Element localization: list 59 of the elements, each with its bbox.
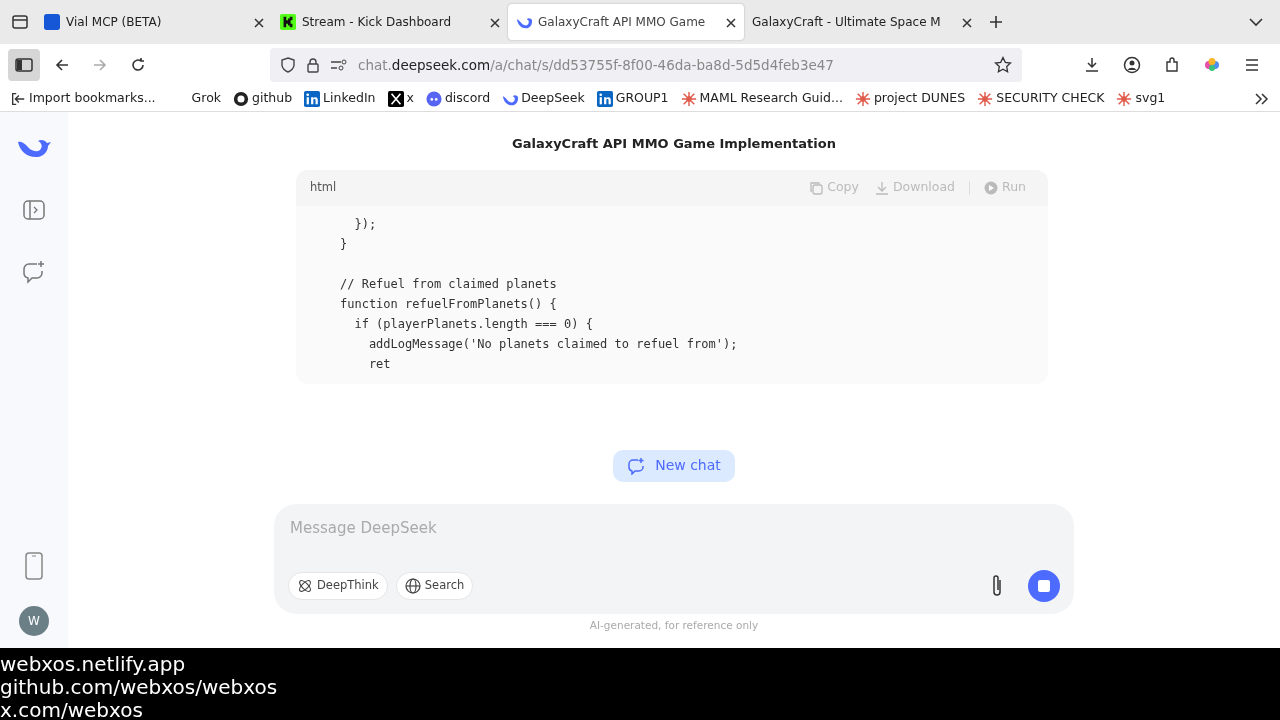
new-chat-icon bbox=[627, 456, 646, 475]
bookmark[interactable]: MAML Research Guid... bbox=[680, 89, 843, 108]
user-avatar[interactable]: W bbox=[19, 606, 49, 636]
url-text: chat.deepseek.com/a/chat/s/dd53755f-8f00-46da-ba8d-5d5d4feb3e47 bbox=[358, 55, 835, 75]
new-chat-icon[interactable] bbox=[22, 260, 46, 284]
burst-icon bbox=[1116, 90, 1133, 107]
burst-icon bbox=[680, 90, 697, 107]
x-logo-icon bbox=[387, 90, 404, 107]
bookmark[interactable]: SECURITY CHECK bbox=[977, 89, 1105, 108]
address-bar[interactable]: chat.deepseek.com/a/chat/s/dd53755f-8f00-46da-ba8d-5d5d4feb3e47 bbox=[270, 48, 1022, 82]
browser-tab[interactable]: Stream - Kick Dashboard bbox=[272, 4, 508, 40]
star-icon[interactable] bbox=[994, 56, 1012, 74]
shield-icon bbox=[280, 57, 296, 73]
caption-line: github.com/webxos/webxos bbox=[0, 676, 279, 699]
ring-logo-icon bbox=[233, 90, 249, 107]
browser-tab[interactable]: Vial MCP (BETA) bbox=[36, 4, 272, 40]
chat-title: GalaxyCraft API MMO Game Implementation bbox=[512, 135, 836, 153]
code-text: }); } // Refuel from claimed planets function refuelFromPlanets() { if (playerPlanets.length === 0) { addLogMessage('No planets claimed to refuel from'); ret bbox=[339, 215, 739, 373]
code-language: html bbox=[310, 178, 337, 196]
bookmark[interactable]: discord bbox=[425, 89, 491, 108]
new-chat-button[interactable]: New chat bbox=[613, 449, 735, 482]
disclaimer-text: AI-generated, for reference only bbox=[589, 617, 759, 633]
bookmark[interactable]: x bbox=[387, 89, 414, 108]
permissions-icon bbox=[330, 58, 348, 72]
bookmark[interactable]: github bbox=[233, 89, 293, 108]
import-icon bbox=[10, 90, 26, 107]
caption-line: webxos.netlify.app bbox=[0, 653, 187, 676]
bookmark[interactable]: Grok bbox=[191, 89, 221, 108]
stop-button[interactable] bbox=[1028, 569, 1060, 602]
in-logo-icon bbox=[304, 90, 321, 107]
browser-tab[interactable]: GalaxyCraft API MMO Game bbox=[508, 4, 744, 40]
play-icon bbox=[984, 180, 999, 195]
globe-icon bbox=[404, 577, 421, 594]
browser-tab[interactable]: GalaxyCraft - Ultimate Space M bbox=[744, 4, 980, 40]
copy-icon bbox=[809, 180, 824, 195]
search-button[interactable]: Search bbox=[395, 571, 474, 600]
in-logo-icon bbox=[596, 90, 613, 107]
bookmark[interactable]: DeepSeek bbox=[502, 89, 585, 108]
caption-line: x.com/webxos bbox=[0, 699, 144, 720]
download-icon bbox=[874, 180, 889, 195]
mobile-phone-icon[interactable] bbox=[25, 552, 43, 580]
atom-icon bbox=[297, 577, 313, 594]
bookmark[interactable]: LinkedIn bbox=[304, 89, 376, 108]
sidebar-toggle-icon[interactable] bbox=[8, 49, 40, 81]
message-box[interactable]: Message DeepSeek DeepThink Search bbox=[274, 503, 1074, 614]
bookmark[interactable]: svg1 bbox=[1116, 89, 1166, 108]
k-logo-icon bbox=[280, 14, 296, 30]
bookmark[interactable]: project DUNES bbox=[854, 89, 966, 108]
bookmark[interactable]: GROUP1 bbox=[596, 89, 669, 108]
bookmark[interactable]: Import bookmarks... bbox=[10, 89, 156, 108]
square-logo-icon bbox=[44, 14, 60, 30]
stop-icon bbox=[1038, 579, 1050, 592]
burst-icon bbox=[854, 90, 871, 107]
deepthink-button[interactable]: DeepThink bbox=[288, 571, 388, 600]
sidebar-expand-icon[interactable] bbox=[23, 200, 45, 220]
burst-icon bbox=[977, 90, 994, 107]
paperclip-icon[interactable] bbox=[990, 573, 1004, 598]
chat-logo-icon bbox=[425, 90, 442, 107]
lock-icon bbox=[306, 57, 320, 73]
